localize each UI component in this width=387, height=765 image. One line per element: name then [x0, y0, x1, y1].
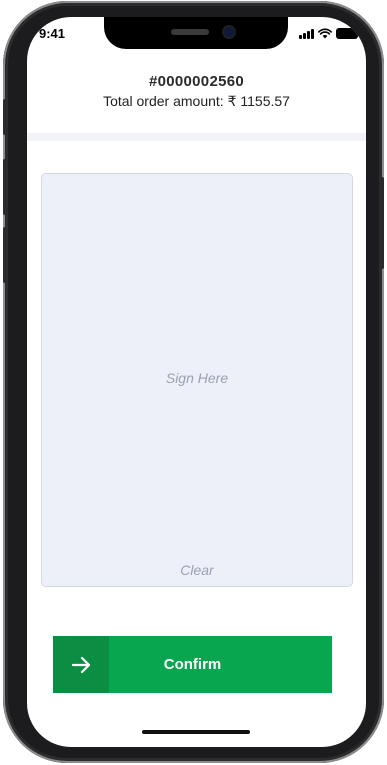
clear-signature-button[interactable]: Clear — [42, 562, 352, 578]
signal-icon — [299, 29, 314, 39]
volume-up-button — [3, 159, 7, 215]
phone-frame: 9:41 #0000002560 Total order amount: ₹ 1… — [3, 1, 384, 763]
wifi-icon — [318, 28, 332, 39]
arrow-right-icon — [53, 636, 109, 693]
speaker-grille — [171, 29, 209, 35]
battery-icon — [336, 28, 358, 39]
order-total: Total order amount: ₹ 1155.57 — [103, 93, 290, 109]
status-icons — [299, 27, 358, 39]
order-header: #0000002560 Total order amount: ₹ 1155.5… — [27, 73, 366, 110]
signature-placeholder: Sign Here — [165, 370, 229, 386]
power-button — [380, 177, 384, 269]
home-indicator[interactable] — [142, 730, 250, 734]
signature-pad[interactable]: Sign Here Clear — [41, 173, 353, 587]
notch — [104, 17, 288, 49]
section-divider — [27, 133, 366, 141]
confirm-button[interactable]: Confirm — [53, 636, 332, 693]
order-id: #0000002560 — [148, 73, 245, 90]
camera-icon — [224, 27, 234, 37]
volume-down-button — [3, 227, 7, 283]
confirm-label: Confirm — [163, 656, 222, 673]
screen: 9:41 #0000002560 Total order amount: ₹ 1… — [27, 17, 366, 747]
mute-switch — [3, 99, 7, 135]
status-time: 9:41 — [39, 26, 66, 41]
